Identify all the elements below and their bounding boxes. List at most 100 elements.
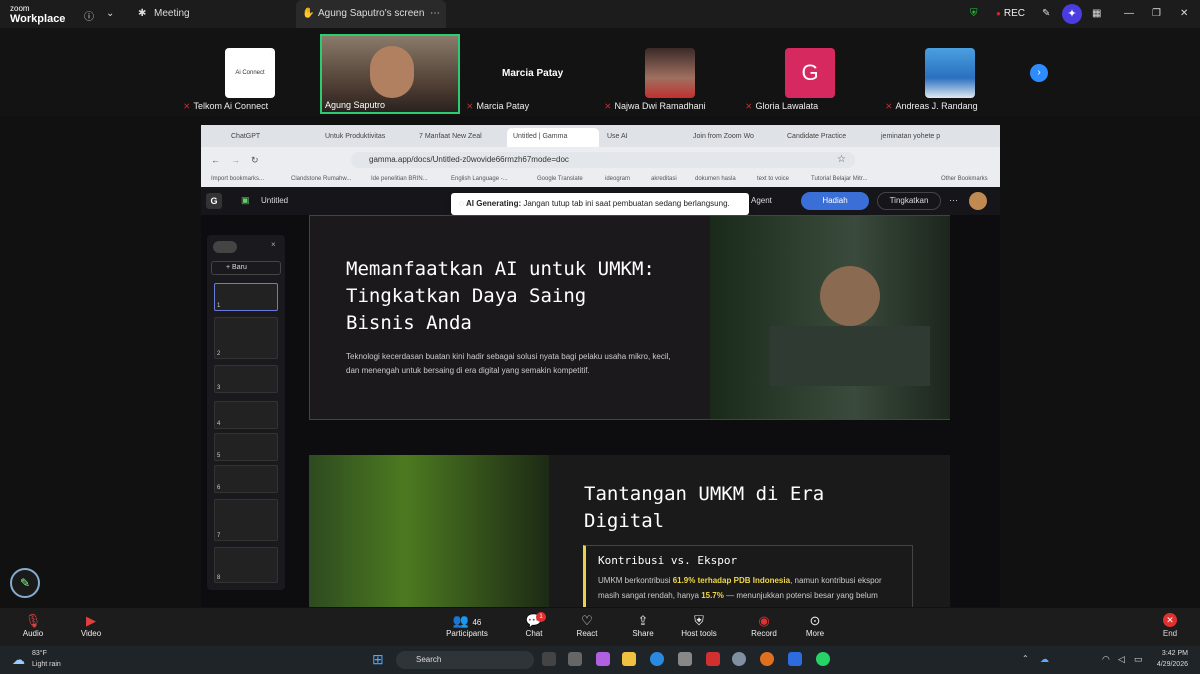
bookmark-item[interactable]: Other Bookmarks	[941, 176, 988, 182]
record-button[interactable]: ◉ Record	[739, 613, 789, 638]
participant-tile-najwa[interactable]	[645, 48, 695, 98]
slide-thumbnail[interactable]: 5	[214, 433, 278, 461]
reload-icon[interactable]: ↻	[251, 155, 259, 166]
gamma-logo-icon[interactable]: G	[206, 193, 222, 209]
bookmark-item[interactable]: ideogram	[605, 176, 630, 182]
browser-tab[interactable]: Untuk Produktivitas	[319, 128, 411, 147]
new-slide-button[interactable]: + Baru	[211, 261, 281, 275]
restore-icon[interactable]: ❐	[1152, 8, 1161, 19]
forward-icon[interactable]: →	[231, 155, 240, 165]
minimize-icon[interactable]: —	[1124, 8, 1134, 19]
share-screen-tab[interactable]: ✋ Agung Saputro's screen ⋯	[296, 0, 446, 28]
end-button[interactable]: ✕ End	[1148, 613, 1192, 638]
edge-icon[interactable]	[650, 652, 664, 666]
slide-thumbnail[interactable]: 4	[214, 401, 278, 429]
pen-icon[interactable]: ✎	[1042, 8, 1050, 19]
close-panel-icon[interactable]: ×	[271, 240, 276, 249]
participants-button[interactable]: 👥 46 Participants	[440, 613, 494, 638]
settings-icon[interactable]	[732, 652, 746, 666]
camera-icon[interactable]	[678, 652, 692, 666]
layout-icon[interactable]: ▦	[1092, 8, 1101, 19]
view-toggle[interactable]	[213, 241, 237, 253]
green-light-photo[interactable]	[309, 455, 549, 607]
present-button[interactable]: Hadiah	[801, 192, 869, 210]
bookmark-item[interactable]: Import bookmarks...	[211, 176, 264, 182]
slide-thumbnail[interactable]: 8	[214, 547, 278, 583]
browser-tab[interactable]: 7 Manfaat New Zeal	[413, 128, 505, 147]
ai-companion-icon[interactable]: ✦	[1062, 4, 1082, 24]
bookmark-item[interactable]: Clandstone Rumahw...	[291, 176, 351, 182]
meeting-label[interactable]: Meeting	[154, 8, 190, 19]
firefox-icon[interactable]	[760, 652, 774, 666]
shield-icon[interactable]: ⛨	[970, 8, 978, 19]
weather-temp[interactable]: 83°F	[32, 650, 47, 657]
slide-thumbnail[interactable]: 6	[214, 465, 278, 493]
browser-tab-active[interactable]: Untitled | Gamma	[507, 128, 599, 147]
task-view-icon[interactable]	[542, 652, 556, 666]
upgrade-button[interactable]: Tingkatkan	[877, 192, 941, 210]
participant-tile-agung[interactable]: Agung Saputro	[320, 34, 460, 114]
slide-thumbnail[interactable]: 2	[214, 317, 278, 359]
browser-tab[interactable]: Use AI	[601, 128, 685, 147]
more-options-icon[interactable]: ⋯	[430, 8, 440, 19]
avatar[interactable]	[969, 192, 987, 210]
zoom-app-icon[interactable]	[788, 652, 802, 666]
file-explorer-icon[interactable]	[622, 652, 636, 666]
app-icon[interactable]	[568, 652, 582, 666]
bookmark-item[interactable]: Tutorial Belajar Mitr...	[811, 176, 867, 182]
clock-date[interactable]: 4/29/2026	[1150, 661, 1188, 668]
doc-title[interactable]: Untitled	[261, 196, 288, 205]
slide-thumbnail[interactable]: 7	[214, 499, 278, 541]
card2-title[interactable]: Tantangan UMKM di Era Digital	[584, 481, 904, 535]
bookmark-item[interactable]: Google Translate	[537, 176, 583, 182]
card1-text[interactable]: Teknologi kecerdasan buatan kini hadir s…	[346, 350, 676, 378]
slide-card-1[interactable]: Memanfaatkan AI untuk UMKM: Tingkatkan D…	[309, 215, 950, 420]
participant-tile-marcia[interactable]: Marcia Patay	[502, 68, 563, 79]
info-icon[interactable]: ⓘ	[84, 8, 94, 23]
browser-tab[interactable]: Candidate Practice	[781, 128, 873, 147]
slide-thumbnail[interactable]: 3	[214, 365, 278, 393]
participant-tile-telkom[interactable]: Ai Connect	[225, 48, 275, 98]
back-icon[interactable]: ←	[211, 155, 220, 165]
react-button[interactable]: ♡ React	[562, 613, 612, 638]
chat-button[interactable]: 💬 Chat	[509, 613, 559, 638]
weather-text[interactable]: Light rain	[32, 661, 61, 668]
annotate-pen-button[interactable]: ✎	[10, 568, 40, 598]
next-participants-button[interactable]: ›	[1030, 64, 1048, 82]
participant-tile-andreas[interactable]	[925, 48, 975, 98]
clock-time[interactable]: 3:42 PM	[1154, 650, 1188, 657]
bookmark-item[interactable]: dokumen hasla	[695, 176, 736, 182]
more-button[interactable]: ⊙ More	[790, 613, 840, 638]
battery-icon[interactable]: ▭	[1134, 654, 1143, 665]
volume-icon[interactable]: ◁	[1118, 654, 1125, 665]
video-button[interactable]: ▶ Video	[66, 613, 116, 638]
whatsapp-icon[interactable]	[816, 652, 830, 666]
host-tools-button[interactable]: ⛨ Host tools	[674, 613, 724, 638]
chevron-down-icon[interactable]: ⌄	[106, 8, 114, 19]
slide-thumbnail[interactable]: 1	[214, 283, 278, 311]
star-icon[interactable]: ☆	[837, 154, 846, 165]
windows-start-icon[interactable]: ⊞	[372, 651, 384, 668]
taskbar-search[interactable]: Search	[396, 651, 534, 669]
quote-block[interactable]: Kontribusi vs. Ekspor UMKM berkontribusi…	[583, 545, 913, 607]
card1-title[interactable]: Memanfaatkan AI untuk UMKM: Tingkatkan D…	[346, 256, 666, 337]
wps-icon[interactable]	[706, 652, 720, 666]
weather-icon[interactable]: ☁	[12, 652, 25, 668]
tray-chevron-icon[interactable]: ⌃	[1022, 654, 1029, 663]
office-photo[interactable]	[710, 216, 950, 419]
wifi-icon[interactable]: ◠	[1102, 654, 1110, 665]
audio-button[interactable]: 🎙 Audio	[8, 613, 58, 638]
rec-indicator[interactable]: REC	[996, 8, 1025, 19]
agent-button[interactable]: Agent	[751, 196, 772, 205]
bookmark-item[interactable]: Ide penelitian BRIN...	[371, 176, 428, 182]
share-button[interactable]: ⇪ Share	[618, 613, 668, 638]
browser-tab[interactable]: Join from Zoom Wo	[687, 128, 779, 147]
copilot-icon[interactable]	[596, 652, 610, 666]
more-icon[interactable]: ⋯	[949, 195, 958, 206]
close-icon[interactable]: ✕	[1180, 8, 1188, 19]
bookmark-item[interactable]: text to voice	[757, 176, 789, 182]
slide-card-2[interactable]: Tantangan UMKM di Era Digital Kontribusi…	[309, 455, 950, 607]
bookmark-item[interactable]: akreditasi	[651, 176, 677, 182]
address-bar[interactable]: gamma.app/docs/Untitled-z0wovide66rmzh67…	[351, 152, 855, 168]
browser-tab[interactable]: jeminatan yohete p	[875, 128, 967, 147]
